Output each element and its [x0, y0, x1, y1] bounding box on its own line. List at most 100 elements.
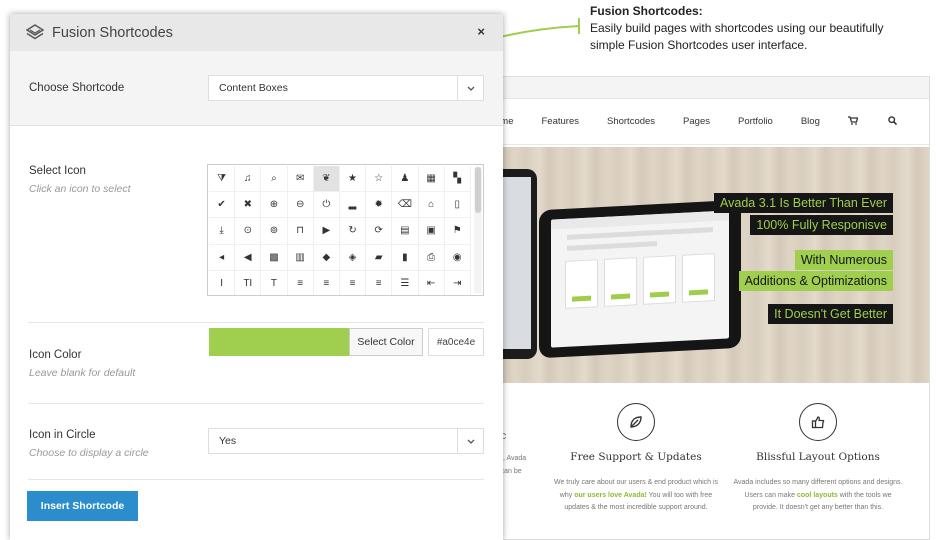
align-center-icon[interactable]: ≡ — [314, 270, 340, 295]
filter-icon[interactable]: ⧩ — [209, 166, 236, 193]
refresh-icon[interactable]: ⟳ — [366, 218, 393, 245]
icon-color-label: Icon Color — [29, 349, 82, 361]
italic-icon[interactable]: I — [209, 270, 236, 295]
download-icon[interactable]: ⤓ — [209, 218, 236, 245]
feature-text: We truly care about our users & end prod… — [553, 479, 719, 511]
align-right-icon[interactable]: ≡ — [340, 270, 367, 295]
volume-down-icon[interactable]: ◂ — [209, 244, 236, 271]
feature-support: Free Support & Updates We truly care abo… — [551, 403, 721, 515]
list-icon[interactable]: ☰ — [392, 270, 419, 295]
icon-color-hint: Leave blank for default — [29, 367, 136, 379]
indent-icon[interactable]: ⇥ — [445, 270, 471, 295]
icon-circle-label: Icon in Circle — [29, 429, 96, 441]
color-swatch[interactable] — [209, 328, 349, 356]
bookmark-icon[interactable]: ▮ — [392, 244, 419, 271]
camera-icon[interactable]: ◉ — [444, 244, 471, 271]
nav-item-blog[interactable]: Blog — [801, 116, 820, 127]
feature-link[interactable]: our users love Avada! — [574, 492, 647, 499]
power-off-icon[interactable]: ⏻ — [313, 192, 340, 219]
feature-title: Free Support & Updates — [570, 451, 702, 463]
feature-title: Blissful Layout Options — [756, 451, 880, 463]
select-icon-hint: Click an icon to select — [29, 183, 131, 195]
select-icon-label: Select Icon — [29, 165, 86, 177]
icon-picker-scrollbar[interactable] — [474, 167, 482, 293]
hero-caption: Additions & Optimizations — [738, 271, 893, 291]
tags-icon[interactable]: ◈ — [339, 244, 367, 271]
icon-circle-hint: Choose to display a circle — [29, 447, 149, 459]
site-nav: ome Features Shortcodes Pages Portfolio … — [481, 99, 929, 145]
list-alt-icon[interactable]: ▤ — [392, 218, 419, 245]
hero-caption: 100% Fully Responisve — [750, 215, 893, 235]
feature-layout: Blissful Layout Options Avada includes s… — [733, 403, 903, 515]
volume-up-icon[interactable]: ◀ — [235, 244, 262, 271]
modal-header: Fusion Shortcodes × — [10, 14, 503, 51]
trash-icon[interactable]: ⌫ — [392, 192, 419, 219]
signal-icon[interactable]: ▂ — [339, 192, 367, 219]
feature-link[interactable]: cool layouts — [797, 492, 838, 499]
tablet-image — [539, 199, 741, 359]
cog-icon[interactable]: ✹ — [366, 192, 393, 219]
icon-circle-select[interactable]: Yes — [208, 428, 484, 454]
arrow-circle-down-icon[interactable]: ⊙ — [235, 218, 262, 245]
nav-item-pages[interactable]: Pages — [683, 116, 710, 127]
star-empty-icon[interactable]: ☆ — [366, 166, 393, 193]
nav-item-shortcodes[interactable]: Shortcodes — [607, 116, 655, 127]
chevron-down-icon — [457, 76, 483, 100]
star-icon[interactable]: ★ — [339, 166, 367, 193]
lock-icon[interactable]: ▣ — [418, 218, 445, 245]
cart-icon[interactable] — [847, 116, 859, 127]
insert-shortcode-button[interactable]: Insert Shortcode — [27, 491, 138, 521]
callout-title: Fusion Shortcodes: — [590, 4, 703, 18]
icon-picker[interactable]: ⧩ ♫ ⌕ ✉ ❦ ★ ☆ ♟ ▦ ▚ ✔ ✖ ⊕ ⊖ ⏻ ▂ ✹ ⌫ ⌂ ▯ ⤓ ⊙ ⊚ ⊓ ▶ ↻ ⟳ ▤ ▣ ⚑ ◂ ◀ ▩ ▥ ◆ ◈ ▰ ▮ ⎙ ◉… — [207, 164, 484, 296]
close-icon[interactable]: × — [477, 24, 485, 39]
hero-caption: It Doesn't Get Better — [768, 304, 893, 324]
zoom-out-icon[interactable]: ⊖ — [287, 192, 314, 219]
modal-title: Fusion Shortcodes — [52, 24, 173, 41]
zoom-in-icon[interactable]: ⊕ — [261, 192, 288, 219]
barcode-icon[interactable]: ▥ — [287, 244, 314, 271]
chevron-down-icon — [457, 429, 483, 453]
icon-grid: ⧩ ♫ ⌕ ✉ ❦ ★ ☆ ♟ ▦ ▚ ✔ ✖ ⊕ ⊖ ⏻ ▂ ✹ ⌫ ⌂ ▯ ⤓ ⊙ ⊚ ⊓ ▶ ↻ ⟳ ▤ ▣ ⚑ ◂ ◀ ▩ ▥ ◆ ◈ ▰ ▮ ⎙ ◉… — [209, 166, 471, 295]
play-circle-icon[interactable]: ▶ — [313, 218, 340, 245]
scrollbar-thumb[interactable] — [475, 167, 481, 213]
film-icon[interactable]: ▦ — [418, 166, 445, 193]
search-icon[interactable] — [888, 116, 897, 127]
repeat-icon[interactable]: ↻ — [339, 218, 367, 245]
align-left-icon[interactable]: ≡ — [288, 270, 314, 295]
leaf-icon[interactable]: ❦ — [313, 166, 340, 193]
tag-icon[interactable]: ◆ — [313, 244, 340, 271]
callout-text: Easily build pages with shortcodes using… — [590, 21, 884, 52]
check-icon[interactable]: ✔ — [209, 192, 236, 219]
home-icon[interactable]: ⌂ — [418, 192, 445, 219]
select-color-button[interactable]: Select Color — [349, 328, 423, 356]
site-topbar — [481, 77, 929, 99]
icon-circle-select-value: Yes — [219, 435, 237, 447]
nav-item-portfolio[interactable]: Portfolio — [738, 116, 773, 127]
hero-slider: Avada 3.1 Is Better Than Ever 100% Fully… — [481, 147, 929, 383]
th-large-icon[interactable]: ▚ — [444, 166, 471, 193]
qrcode-icon[interactable]: ▩ — [261, 244, 288, 271]
envelope-icon[interactable]: ✉ — [287, 166, 314, 193]
shortcode-select[interactable]: Content Boxes — [208, 75, 484, 101]
nav-item-features[interactable]: Features — [541, 116, 579, 127]
shortcode-modal: Fusion Shortcodes × Choose Shortcode Con… — [10, 14, 503, 540]
features-section: ic wible, Avada and can be t be. Free Su… — [481, 383, 929, 539]
file-icon[interactable]: ▯ — [444, 192, 471, 219]
book-icon[interactable]: ▰ — [366, 244, 393, 271]
arrow-circle-up-icon[interactable]: ⊚ — [261, 218, 288, 245]
user-icon[interactable]: ♟ — [392, 166, 419, 193]
feature-text: Avada includes so many different options… — [733, 479, 903, 511]
flag-icon[interactable]: ⚑ — [444, 218, 471, 245]
text-width-icon[interactable]: T — [261, 270, 288, 295]
search-icon[interactable]: ⌕ — [261, 166, 288, 193]
music-icon[interactable]: ♫ — [235, 166, 262, 193]
inbox-icon[interactable]: ⊓ — [287, 218, 314, 245]
align-justify-icon[interactable]: ≡ — [366, 270, 393, 295]
outdent-icon[interactable]: ⇤ — [419, 270, 445, 295]
choose-shortcode-label: Choose Shortcode — [29, 82, 125, 94]
divider — [28, 479, 484, 480]
color-hex-input[interactable]: #a0ce4e — [428, 328, 484, 356]
remove-icon[interactable]: ✖ — [235, 192, 262, 219]
print-icon[interactable]: ⎙ — [418, 244, 445, 271]
text-height-icon[interactable]: TI — [235, 270, 262, 295]
